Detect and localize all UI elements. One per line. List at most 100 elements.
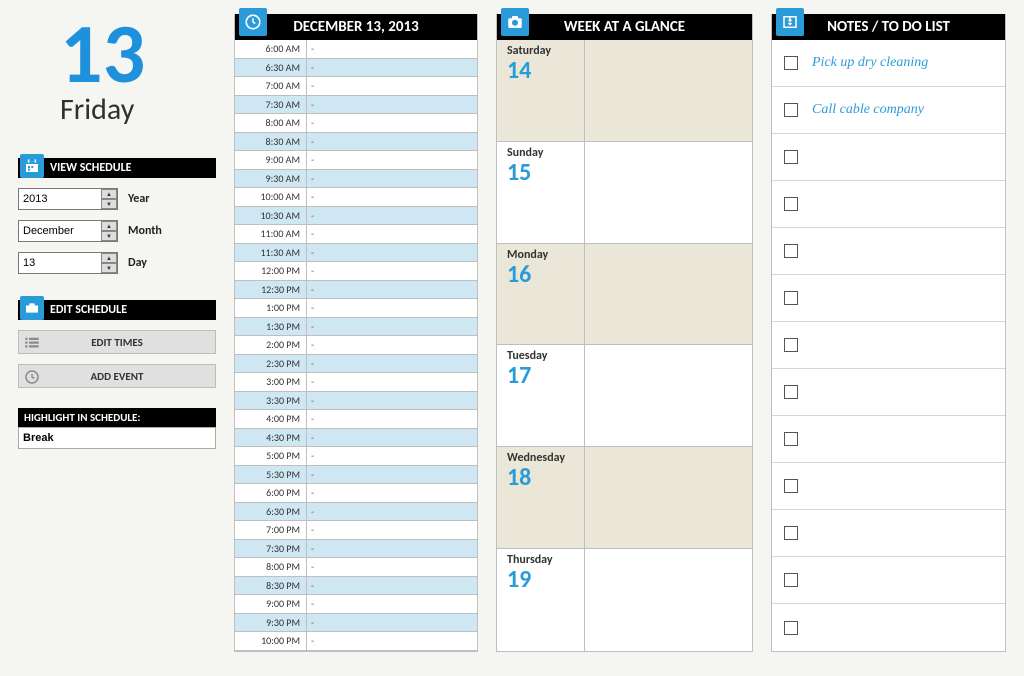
schedule-event[interactable]: - [307,466,477,484]
note-row[interactable]: Pick up dry cleaning [772,40,1005,87]
schedule-row[interactable]: 7:30 AM- [235,96,477,115]
note-row[interactable] [772,557,1005,604]
note-row[interactable] [772,181,1005,228]
note-text[interactable]: Pick up dry cleaning [812,55,928,71]
note-checkbox[interactable] [784,197,798,211]
schedule-row[interactable]: 11:00 AM- [235,225,477,244]
day-spinner[interactable]: ▲▼ [101,253,117,273]
edit-times-button[interactable]: EDIT TIMES [18,330,216,354]
schedule-event[interactable]: - [307,40,477,58]
schedule-row[interactable]: 9:30 AM- [235,170,477,189]
schedule-row[interactable]: 6:30 AM- [235,59,477,78]
schedule-event[interactable]: - [307,429,477,447]
schedule-event[interactable]: - [307,225,477,243]
note-row[interactable] [772,463,1005,510]
schedule-event[interactable]: - [307,447,477,465]
schedule-event[interactable]: - [307,484,477,502]
schedule-event[interactable]: - [307,355,477,373]
schedule-event[interactable]: - [307,96,477,114]
week-day-content[interactable] [585,345,752,446]
schedule-row[interactable]: 1:30 PM- [235,318,477,337]
schedule-row[interactable]: 9:30 PM- [235,614,477,633]
month-spinner[interactable]: ▲▼ [101,221,117,241]
schedule-row[interactable]: 7:00 PM- [235,521,477,540]
schedule-event[interactable]: - [307,318,477,336]
note-row[interactable] [772,275,1005,322]
note-text[interactable]: Call cable company [812,102,924,118]
schedule-row[interactable]: 6:30 PM- [235,503,477,522]
schedule-event[interactable]: - [307,151,477,169]
week-day-cell[interactable]: Sunday15 [497,142,752,244]
schedule-row[interactable]: 11:30 AM- [235,244,477,263]
note-checkbox[interactable] [784,432,798,446]
note-row[interactable] [772,228,1005,275]
schedule-event[interactable]: - [307,595,477,613]
schedule-row[interactable]: 8:30 PM- [235,577,477,596]
schedule-event[interactable]: - [307,133,477,151]
schedule-row[interactable]: 2:00 PM- [235,336,477,355]
schedule-row[interactable]: 10:30 AM- [235,207,477,226]
schedule-event[interactable]: - [307,410,477,428]
schedule-row[interactable]: 6:00 AM- [235,40,477,59]
note-checkbox[interactable] [784,103,798,117]
note-row[interactable] [772,134,1005,181]
week-day-cell[interactable]: Wednesday18 [497,447,752,549]
week-day-cell[interactable]: Thursday19 [497,549,752,651]
schedule-row[interactable]: 8:00 AM- [235,114,477,133]
note-checkbox[interactable] [784,338,798,352]
note-row[interactable] [772,322,1005,369]
schedule-row[interactable]: 3:30 PM- [235,392,477,411]
schedule-row[interactable]: 10:00 PM- [235,632,477,651]
schedule-event[interactable]: - [307,77,477,95]
schedule-event[interactable]: - [307,244,477,262]
note-checkbox[interactable] [784,385,798,399]
note-row[interactable] [772,416,1005,463]
schedule-row[interactable]: 8:00 PM- [235,558,477,577]
schedule-event[interactable]: - [307,299,477,317]
schedule-row[interactable]: 8:30 AM- [235,133,477,152]
schedule-row[interactable]: 6:00 PM- [235,484,477,503]
week-day-content[interactable] [585,447,752,548]
schedule-event[interactable]: - [307,614,477,632]
schedule-event[interactable]: - [307,392,477,410]
note-checkbox[interactable] [784,244,798,258]
schedule-event[interactable]: - [307,558,477,576]
schedule-event[interactable]: - [307,503,477,521]
schedule-row[interactable]: 4:30 PM- [235,429,477,448]
schedule-row[interactable]: 12:00 PM- [235,262,477,281]
schedule-row[interactable]: 9:00 PM- [235,595,477,614]
week-day-content[interactable] [585,40,752,141]
schedule-event[interactable]: - [307,540,477,558]
schedule-event[interactable]: - [307,281,477,299]
week-day-cell[interactable]: Monday16 [497,244,752,346]
note-row[interactable]: Call cable company [772,87,1005,134]
note-checkbox[interactable] [784,150,798,164]
week-day-content[interactable] [585,244,752,345]
week-day-content[interactable] [585,142,752,243]
week-day-cell[interactable]: Saturday14 [497,40,752,142]
schedule-event[interactable]: - [307,262,477,280]
schedule-event[interactable]: - [307,170,477,188]
week-day-content[interactable] [585,549,752,651]
schedule-event[interactable]: - [307,373,477,391]
note-checkbox[interactable] [784,526,798,540]
note-row[interactable] [772,369,1005,416]
schedule-row[interactable]: 3:00 PM- [235,373,477,392]
schedule-row[interactable]: 2:30 PM- [235,355,477,374]
note-row[interactable] [772,604,1005,651]
note-checkbox[interactable] [784,56,798,70]
schedule-row[interactable]: 1:00 PM- [235,299,477,318]
schedule-row[interactable]: 7:00 AM- [235,77,477,96]
schedule-row[interactable]: 4:00 PM- [235,410,477,429]
schedule-event[interactable]: - [307,207,477,225]
schedule-row[interactable]: 5:00 PM- [235,447,477,466]
note-checkbox[interactable] [784,291,798,305]
note-checkbox[interactable] [784,479,798,493]
schedule-row[interactable]: 10:00 AM- [235,188,477,207]
add-event-button[interactable]: ADD EVENT [18,364,216,388]
schedule-row[interactable]: 12:30 PM- [235,281,477,300]
schedule-event[interactable]: - [307,632,477,650]
schedule-event[interactable]: - [307,114,477,132]
note-row[interactable] [772,510,1005,557]
schedule-event[interactable]: - [307,59,477,77]
